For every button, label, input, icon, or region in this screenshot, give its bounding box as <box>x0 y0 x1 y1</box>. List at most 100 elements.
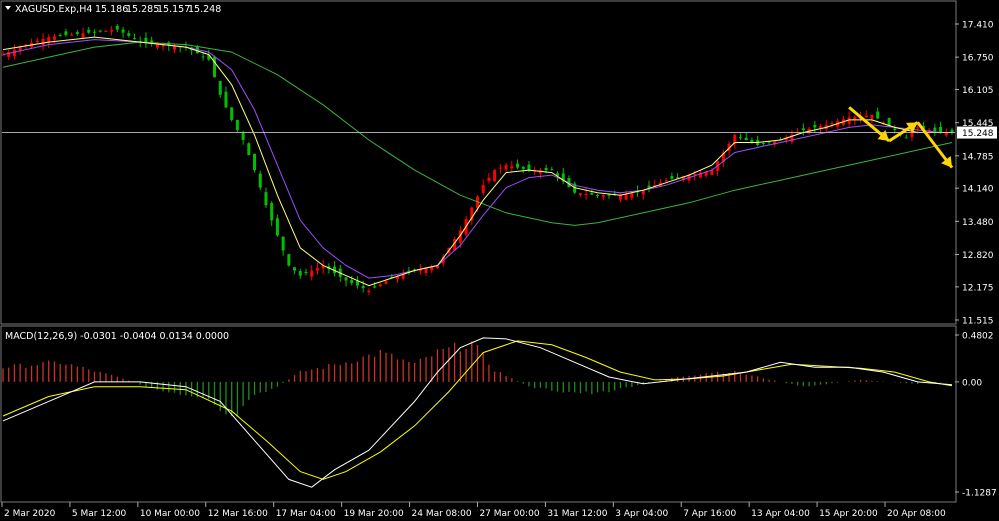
time-tick-label: 13 Apr 04:00 <box>751 509 810 519</box>
price-tick-label: 12.175 <box>962 283 994 293</box>
candle-body <box>235 120 239 130</box>
time-tick-label: 3 Apr 04:00 <box>615 509 668 519</box>
candle-body <box>264 192 268 206</box>
candle-body <box>378 284 382 286</box>
candle-body <box>624 193 628 200</box>
ohlc-high: 15.285 <box>126 4 159 15</box>
candle-body <box>253 153 257 171</box>
candle-body <box>224 91 228 108</box>
candle-body <box>870 114 874 119</box>
candle-body <box>939 126 943 133</box>
price-tick-label: 13.480 <box>962 218 994 228</box>
candle-body <box>110 30 114 32</box>
candle-body <box>916 127 920 129</box>
candle-body <box>670 176 674 179</box>
candle-body <box>70 34 74 36</box>
candle-body <box>801 128 805 130</box>
candle-body <box>521 166 525 169</box>
candle-body <box>350 280 354 284</box>
candle-body <box>744 137 748 140</box>
symbol-label: XAGUSD.Exp,H4 <box>15 4 92 15</box>
candle-body <box>58 34 62 36</box>
candle-body <box>738 137 742 139</box>
candle-body <box>504 165 508 170</box>
candle-body <box>367 290 371 293</box>
candle-body <box>258 173 262 188</box>
candle-body <box>647 185 651 188</box>
macd-title: MACD(12,26,9) -0.0301 -0.0404 0.0134 0.0… <box>5 331 229 342</box>
candle-body <box>693 173 697 175</box>
candle-body <box>92 31 96 33</box>
candle-body <box>481 185 485 193</box>
price-tick-label: 16.750 <box>962 54 994 64</box>
candle-body <box>910 132 914 137</box>
candle-body <box>298 271 302 276</box>
candle-body <box>115 26 119 30</box>
candle-body <box>270 203 274 221</box>
candle-body <box>281 236 285 251</box>
trading-chart[interactable]: XAGUSD.Exp,H4 15.186 15.285 15.157 15.24… <box>0 0 999 521</box>
candle-body <box>830 123 834 125</box>
ohlc-close: 15.248 <box>188 4 221 15</box>
candle-body <box>304 271 308 274</box>
candle-body <box>933 127 937 132</box>
candle-body <box>52 36 56 40</box>
candle-body <box>904 137 908 139</box>
candle-body <box>275 218 279 236</box>
candle-body <box>344 277 348 281</box>
candle-body <box>241 132 245 140</box>
candle-body <box>596 194 600 196</box>
price-tick-label: 12.820 <box>962 251 994 261</box>
price-tick-label: 17.410 <box>962 21 994 31</box>
candle-body <box>527 164 531 171</box>
macd-tick-label: -1.1287 <box>962 489 997 499</box>
macd-tick-label: 0.4802 <box>962 332 994 342</box>
candle-body <box>81 33 85 38</box>
candle-body <box>544 167 548 171</box>
candle-body <box>618 195 622 200</box>
candle-body <box>121 29 125 33</box>
candle-body <box>601 195 605 197</box>
time-tick-label: 12 Mar 16:00 <box>208 509 268 519</box>
candle-body <box>218 81 222 95</box>
candle-body <box>127 33 131 36</box>
candle-body <box>876 111 880 119</box>
candle-body <box>516 163 520 168</box>
candle-body <box>201 56 205 58</box>
time-tick-label: 7 Apr 16:00 <box>683 509 736 519</box>
candle-body <box>132 38 136 40</box>
price-tick-label: 14.785 <box>962 152 994 162</box>
candle-body <box>213 56 217 78</box>
candle-body <box>287 254 291 266</box>
candle-body <box>630 192 634 198</box>
candle-body <box>293 267 297 271</box>
candle-body <box>864 115 868 118</box>
macd-tick-label: 0.00 <box>962 378 982 388</box>
time-tick-label: 2 Mar 2020 <box>4 509 56 519</box>
candle-body <box>607 194 611 196</box>
candle-body <box>487 177 491 182</box>
candle-body <box>550 169 554 171</box>
time-tick-label: 31 Mar 12:00 <box>547 509 607 519</box>
candle-body <box>819 126 823 129</box>
chart-background <box>0 0 999 521</box>
ohlc-low: 15.157 <box>157 4 190 15</box>
candle-body <box>87 29 91 33</box>
candle-body <box>424 268 428 274</box>
time-tick-label: 27 Mar 00:00 <box>479 509 539 519</box>
candle-body <box>510 166 514 169</box>
candle-body <box>664 180 668 182</box>
candle-body <box>361 286 365 289</box>
candle-body <box>104 30 108 32</box>
candle-body <box>35 40 39 43</box>
candle-body <box>493 170 497 182</box>
candle-body <box>98 30 102 32</box>
time-tick-label: 5 Mar 12:00 <box>72 509 127 519</box>
candle-body <box>41 38 45 45</box>
time-tick-label: 17 Mar 04:00 <box>276 509 336 519</box>
price-tick-label: 16.105 <box>962 86 994 96</box>
time-tick-label: 20 Apr 08:00 <box>887 509 946 519</box>
candle-body <box>64 31 68 36</box>
candle-body <box>761 142 765 144</box>
candle-body <box>373 286 377 288</box>
